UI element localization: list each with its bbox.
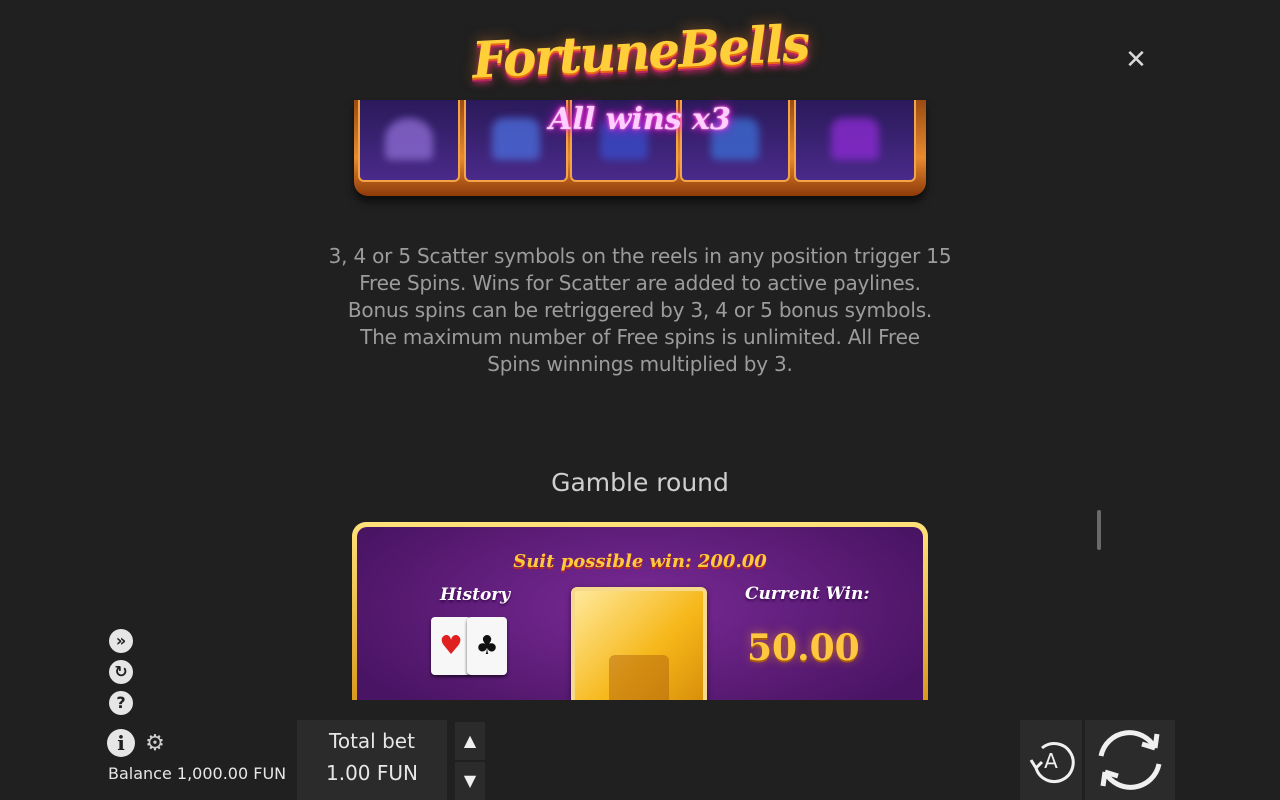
- gamble-card[interactable]: [571, 587, 707, 700]
- multiplier-text: All wins x3: [549, 102, 731, 137]
- heart-card-icon: ♥: [431, 617, 471, 675]
- spin-icon: [1098, 730, 1162, 790]
- spin-button[interactable]: [1085, 720, 1175, 800]
- logo-text: FortuneBells: [470, 13, 810, 90]
- rules-line: Bonus spins can be retriggered by 3, 4 o…: [347, 298, 933, 322]
- rules-line: Spins winnings multiplied by 3.: [487, 352, 793, 376]
- rules-line: Free Spins. Wins for Scatter are added t…: [359, 271, 921, 295]
- rules-line: The maximum number of Free spins is unli…: [360, 325, 920, 349]
- game-screen: FortuneBells ✕ All wins x3 3, 4 or 5 Sca…: [0, 0, 1280, 800]
- help-icon[interactable]: ?: [109, 691, 133, 715]
- scrollbar-thumb[interactable]: [1097, 510, 1101, 550]
- rules-line: 3, 4 or 5 Scatter symbols on the reels i…: [328, 244, 952, 268]
- info-icon[interactable]: i: [107, 729, 135, 757]
- game-logo: FortuneBells: [470, 8, 810, 98]
- gamble-panel-inner: Suit possible win: 200.00 History ♥ ♣ Cu…: [357, 527, 923, 700]
- gamble-round-title: Gamble round: [551, 468, 729, 497]
- close-icon[interactable]: ✕: [1122, 46, 1150, 74]
- club-card-icon: ♣: [467, 617, 507, 675]
- gamble-panel: Suit possible win: 200.00 History ♥ ♣ Cu…: [352, 522, 928, 700]
- turbo-icon[interactable]: »: [109, 629, 133, 653]
- current-win-value: 50.00: [747, 627, 860, 669]
- autoplay-icon: A: [1029, 742, 1075, 784]
- replay-icon[interactable]: ↻: [109, 660, 133, 684]
- free-spins-reels: All wins x3: [354, 100, 926, 204]
- free-spins-rules: 3, 4 or 5 Scatter symbols on the reels i…: [300, 243, 980, 378]
- autoplay-button[interactable]: A: [1020, 720, 1082, 800]
- history-cards: ♥ ♣: [431, 617, 509, 679]
- bell-icon: [609, 655, 669, 700]
- balance-display: Balance 1,000.00 FUN: [108, 764, 287, 783]
- total-bet-value: 1.00 FUN: [326, 761, 418, 785]
- suit-possible-win: Suit possible win: 200.00: [513, 551, 767, 572]
- total-bet-label: Total bet: [329, 729, 415, 753]
- bet-decrease-button[interactable]: ▼: [455, 762, 485, 800]
- autoplay-label: A: [1044, 749, 1058, 773]
- gear-icon[interactable]: ⚙: [144, 733, 166, 755]
- total-bet-box: Total bet 1.00 FUN: [297, 720, 447, 800]
- history-label: History: [440, 585, 511, 605]
- bet-increase-button[interactable]: ▲: [455, 722, 485, 760]
- current-win-label: Current Win:: [745, 584, 870, 604]
